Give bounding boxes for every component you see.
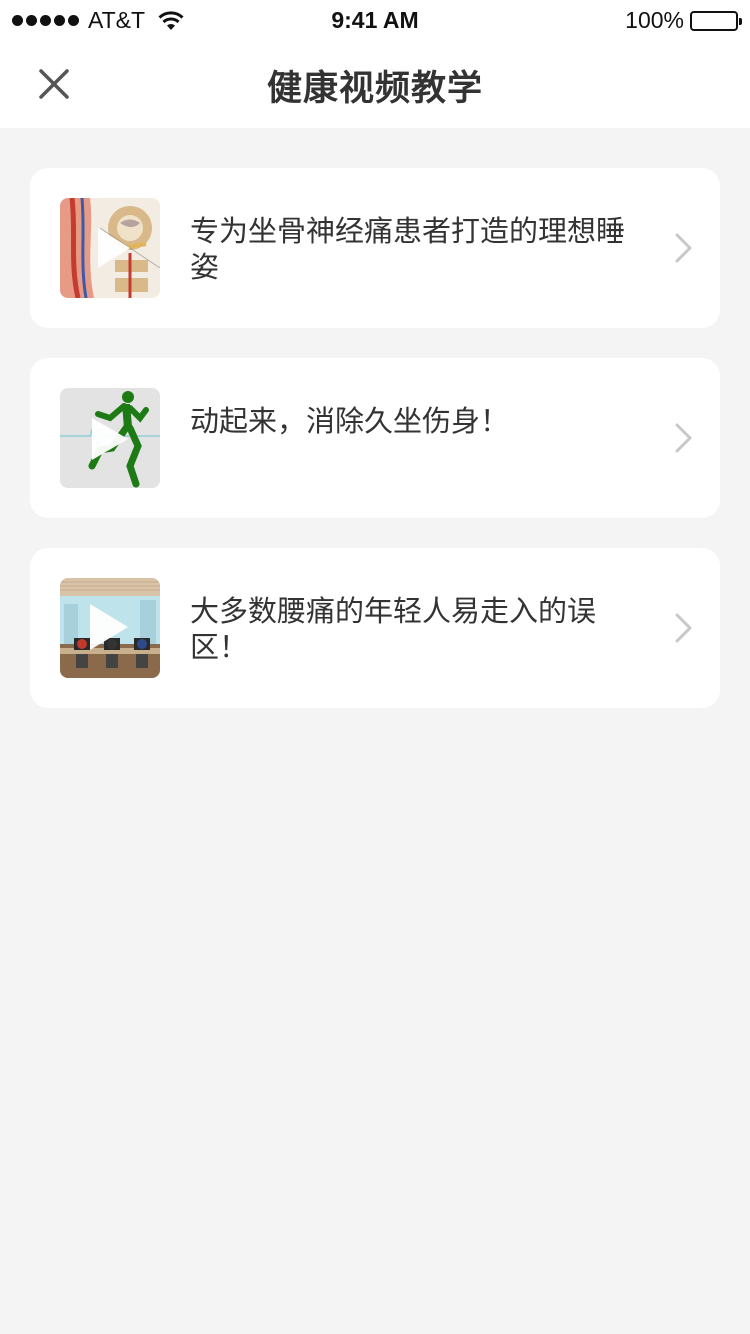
video-item-get-moving[interactable]: 动起来，消除久坐伤身！	[30, 358, 720, 518]
page-title: 健康视频教学	[266, 69, 483, 109]
battery-percentage: 100%	[625, 7, 684, 33]
navigation-bar: 健康视频教学	[0, 40, 750, 128]
video-list: 专为坐骨神经痛患者打造的理想睡姿 动起来，消除久坐伤身！ 大多数腰痛的年轻人易走…	[30, 168, 720, 738]
video-item-sleep-posture[interactable]: 专为坐骨神经痛患者打造的理想睡姿	[30, 168, 720, 328]
chevron-right-icon	[675, 233, 692, 263]
chevron-right-icon	[675, 613, 692, 643]
video-title: 大多数腰痛的年轻人易走入的误区！	[190, 594, 597, 664]
battery-icon	[690, 10, 742, 31]
chevron-right-icon	[675, 423, 692, 453]
video-item-back-pain-mistakes[interactable]: 大多数腰痛的年轻人易走入的误区！	[30, 548, 720, 708]
status-right: 100%	[625, 7, 742, 34]
spine-anatomy-thumbnail	[60, 198, 160, 298]
running-figure-thumbnail	[60, 388, 160, 488]
office-workers-thumbnail	[60, 578, 160, 678]
status-bar: AT&T 9:41 AM 100%	[0, 0, 750, 40]
video-title: 专为坐骨神经痛患者打造的理想睡姿	[190, 214, 626, 284]
video-title: 动起来，消除久坐伤身！	[190, 404, 510, 438]
